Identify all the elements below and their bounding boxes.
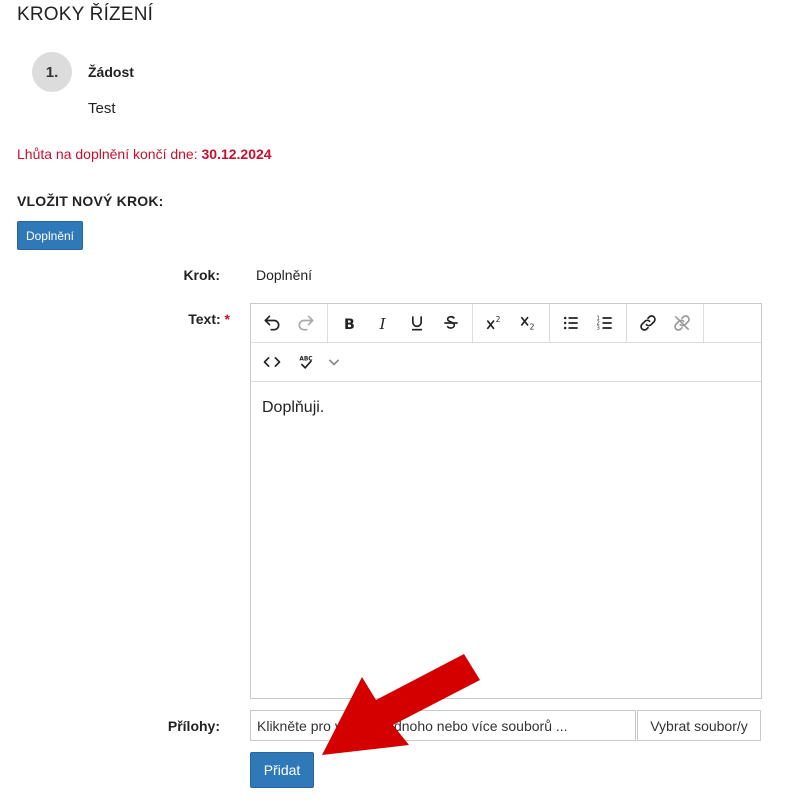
deadline-prefix: Lhůta na doplnění končí dne: <box>17 146 202 162</box>
step-description: Test <box>88 100 116 117</box>
deadline-notice: Lhůta na doplnění končí dne: 30.12.2024 <box>17 146 272 162</box>
toolbar-group-lists: 123 <box>550 304 627 342</box>
editor-content[interactable]: Doplňuji. <box>262 399 324 417</box>
deadline-date: 30.12.2024 <box>201 146 272 162</box>
link-icon[interactable] <box>631 308 665 338</box>
step-number-badge: 1. <box>32 52 72 92</box>
required-mark: * <box>224 311 230 327</box>
superscript-icon[interactable]: 2 <box>477 308 511 338</box>
svg-text:B: B <box>344 317 355 333</box>
chevron-down-icon[interactable] <box>323 347 345 377</box>
toolbar-group-history <box>251 304 328 342</box>
krok-value: Doplnění <box>256 267 313 283</box>
svg-text:I: I <box>379 315 387 333</box>
doplneni-button[interactable]: Doplnění <box>17 221 83 250</box>
toolbar-group-tools: ABC <box>251 343 349 381</box>
redo-icon[interactable] <box>289 308 323 338</box>
editor-toolbar-row1: B I 2 2 123 <box>251 304 761 343</box>
select-files-button[interactable]: Vybrat soubor/y <box>637 710 761 741</box>
editor-toolbar-row2: ABC <box>251 343 761 382</box>
text-label-text: Text: <box>188 311 221 327</box>
svg-text:2: 2 <box>496 315 501 324</box>
undo-icon[interactable] <box>255 308 289 338</box>
numbered-list-icon[interactable]: 123 <box>588 308 622 338</box>
svg-text:3: 3 <box>597 326 600 332</box>
spellcheck-icon[interactable]: ABC <box>289 347 323 377</box>
underline-icon[interactable] <box>400 308 434 338</box>
prilohy-label: Přílohy: <box>167 718 220 734</box>
section-title: KROKY ŘÍZENÍ <box>17 4 154 25</box>
source-code-icon[interactable] <box>255 347 289 377</box>
red-arrow-annotation <box>322 654 480 755</box>
italic-icon[interactable]: I <box>366 308 400 338</box>
subscript-icon[interactable]: 2 <box>511 308 545 338</box>
step-name: Žádost <box>88 64 134 80</box>
toolbar-group-format: B I <box>328 304 473 342</box>
insert-step-title: VLOŽIT NOVÝ KROK: <box>17 193 164 209</box>
svg-text:2: 2 <box>530 323 535 332</box>
toolbar-group-links <box>627 304 704 342</box>
unlink-icon[interactable] <box>665 308 699 338</box>
bullet-list-icon[interactable] <box>554 308 588 338</box>
toolbar-group-script: 2 2 <box>473 304 550 342</box>
text-label: Text: * <box>150 311 230 327</box>
krok-label: Krok: <box>183 267 220 283</box>
bold-icon[interactable]: B <box>332 308 366 338</box>
strikethrough-icon[interactable] <box>434 308 468 338</box>
